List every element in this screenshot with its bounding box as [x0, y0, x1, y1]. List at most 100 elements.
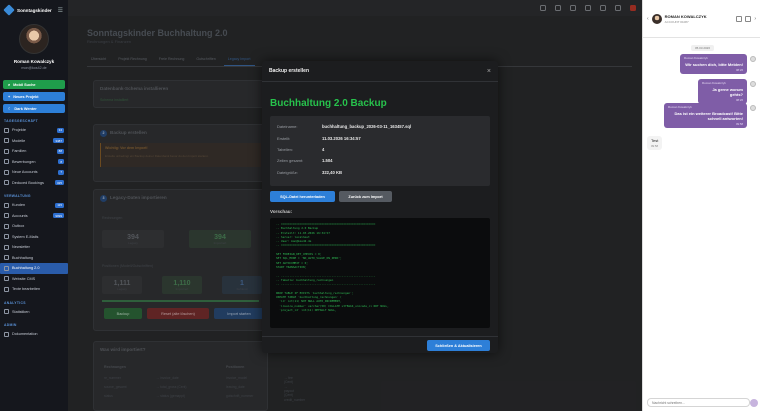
detail-row: Dateiname: buchhaltung_backup_2026-03-11_… — [277, 121, 483, 132]
sidebar-item-label: Modelle — [12, 138, 26, 143]
sidebar-sections: TAGESGESCHÄFT Projekte 34 Modelle 3487 Famili… — [0, 113, 68, 340]
contact-name: ROMAN KOWALCZYK — [664, 13, 707, 19]
backup-details-table: Dateiname: buchhaltung_backup_2026-03-11_… — [270, 116, 490, 186]
send-icon[interactable] — [750, 399, 758, 407]
sidebar-item[interactable]: Deduced Bookings 325 — [0, 178, 68, 189]
sidebar-item-label: Texte bearbeiten — [12, 287, 41, 292]
sidebar-item[interactable]: Newsletter — [0, 242, 68, 253]
message-time: 09:58 — [736, 122, 743, 126]
sender-avatar — [750, 105, 756, 111]
dark-mode-button[interactable]: ☾ Dark Wenter — [3, 104, 65, 113]
sql-preview[interactable]: -- =====================================… — [270, 218, 490, 328]
back-to-import-button[interactable]: Zurück zum Import — [339, 191, 392, 202]
message-time: 09:58 — [651, 144, 658, 148]
sidebar-item[interactable]: Dokumentation — [0, 329, 68, 340]
button-label: Dark Wenter — [14, 106, 37, 111]
menu-item-icon — [4, 169, 9, 175]
mobile-search-button[interactable]: ⌕ Mobil Suche — [3, 80, 65, 89]
sidebar: Sonntagskinder ☰ Roman Kowalczyk mon@kos… — [0, 0, 68, 411]
message-bubble[interactable]: Roman Kowalczyk Das ist ein weiterer Bro… — [664, 103, 747, 128]
sidebar-item-label: Buchhaltung 2.0 — [12, 266, 40, 271]
sidebar-item[interactable]: Bewerbungen 8 — [0, 157, 68, 168]
detail-key: Zeilen gesamt: — [277, 158, 304, 164]
hamburger-icon[interactable]: ☰ — [58, 7, 63, 14]
moon-icon: ☾ — [8, 107, 12, 111]
menu-item-icon — [4, 127, 9, 133]
sidebar-item[interactable]: System E-Mails — [0, 232, 68, 243]
detail-key: Dateigröße: — [277, 169, 298, 175]
detail-value: 1.504 — [322, 158, 333, 164]
menu-item-icon — [4, 255, 9, 261]
close-icon[interactable]: × — [487, 68, 491, 75]
count-badge: 88 — [56, 148, 64, 154]
sidebar-item[interactable]: Accounts 9999 — [0, 211, 68, 222]
menu-item-icon — [4, 276, 9, 282]
menu-item-icon — [4, 309, 9, 315]
count-badge: 8 — [58, 159, 64, 165]
code-line: `project_id` int(11) DEFAULT NULL, — [276, 307, 337, 312]
chat-message-input[interactable] — [647, 398, 750, 407]
menu-item-icon — [4, 244, 9, 250]
menu-item-icon — [4, 148, 9, 154]
sidebar-item[interactable]: Projekte 34 — [0, 125, 68, 136]
detail-key: Tabellen: — [277, 146, 294, 152]
more-icon[interactable]: › — [754, 16, 756, 22]
sidebar-item-label: Projekte — [12, 128, 26, 133]
sidebar-item-label: Bewerbungen — [12, 159, 36, 164]
detail-value: 4 — [322, 146, 325, 152]
chat-panel: ‹ ROMAN KOWALCZYK ACCOUNT #1087 › 05.03.… — [642, 0, 760, 411]
count-badge: 115 — [55, 202, 64, 208]
detail-key: Erstellt: — [277, 135, 291, 141]
button-label: Neues Projekt — [13, 94, 39, 99]
count-badge: 325 — [54, 180, 64, 186]
menu-item-icon — [4, 159, 9, 165]
chat-header: ‹ ROMAN KOWALCZYK ACCOUNT #1087 › — [643, 0, 760, 38]
brand[interactable]: Sonntagskinder ☰ — [0, 0, 68, 20]
close-refresh-button[interactable]: Schließen & Aktualisieren — [427, 340, 490, 351]
message-bubble[interactable]: Roman Kowalczyk Ja gerne worum gehts? 08… — [698, 79, 747, 104]
download-sql-button[interactable]: SQL-Datei herunterladen — [270, 191, 335, 202]
logo-icon — [3, 4, 15, 16]
message-text: Ja gerne worum gehts? — [712, 86, 743, 97]
search-icon: ⌕ — [8, 82, 11, 87]
sidebar-section-title: VERWALTUNG — [4, 194, 31, 198]
avatar[interactable] — [19, 24, 49, 54]
sidebar-item-label: System E-Mails — [12, 234, 39, 239]
plus-icon: + — [8, 94, 11, 99]
modal-header: Backup erstellen × — [262, 61, 498, 82]
sidebar-item[interactable]: Familien 88 — [0, 146, 68, 157]
sidebar-item-label: Outbox — [12, 224, 25, 229]
menu-item-icon — [4, 202, 9, 208]
date-separator: 05.03.2026 — [691, 45, 715, 51]
sidebar-item-label: Dokumentation — [12, 332, 38, 337]
brand-name: Sonntagskinder — [17, 7, 52, 13]
menu-item-icon — [4, 265, 9, 271]
sidebar-item-label: Website CMS — [12, 276, 36, 281]
sidebar-section-title: TAGESGESCHÄFT — [4, 119, 38, 123]
sidebar-item[interactable]: Buchhaltung 2.0 — [0, 263, 68, 274]
sidebar-item[interactable]: Buchhaltung — [0, 253, 68, 264]
count-badge: 7 — [58, 169, 64, 175]
sidebar-item[interactable]: Statistiken — [0, 307, 68, 318]
menu-item-icon — [4, 331, 9, 337]
sidebar-item[interactable]: Texte bearbeiten — [0, 284, 68, 295]
user-name: Roman Kowalczyk — [13, 59, 55, 64]
copy-icon[interactable] — [745, 15, 752, 22]
own-message-bubble[interactable]: Test 09:58 — [647, 136, 663, 150]
chat-contact: ROMAN KOWALCZYK ACCOUNT #1087 — [665, 14, 707, 24]
new-project-button[interactable]: + Neues Projekt — [3, 92, 65, 101]
detail-key: Dateiname: — [277, 124, 298, 130]
back-icon[interactable]: ‹ — [647, 16, 649, 22]
sidebar-item[interactable]: Outbox — [0, 221, 68, 232]
phone-icon[interactable] — [736, 15, 743, 22]
sender-avatar — [750, 56, 756, 62]
message-text: Wir suchen dich, bitte Melden! — [685, 61, 743, 67]
count-badge: 3487 — [53, 138, 64, 144]
sidebar-item[interactable]: Neue Accounts 7 — [0, 167, 68, 178]
sidebar-item[interactable]: Modelle 3487 — [0, 136, 68, 147]
message-text: Das ist ein weiterer Broadcast! Bitte sc… — [674, 110, 743, 121]
message-bubble[interactable]: Roman Kowalczyk Wir suchen dich, bitte M… — [680, 54, 747, 74]
sidebar-item[interactable]: Website CMS — [0, 274, 68, 285]
preview-label: Vorschau: — [270, 209, 293, 214]
sidebar-item[interactable]: Kunden 115 — [0, 200, 68, 211]
